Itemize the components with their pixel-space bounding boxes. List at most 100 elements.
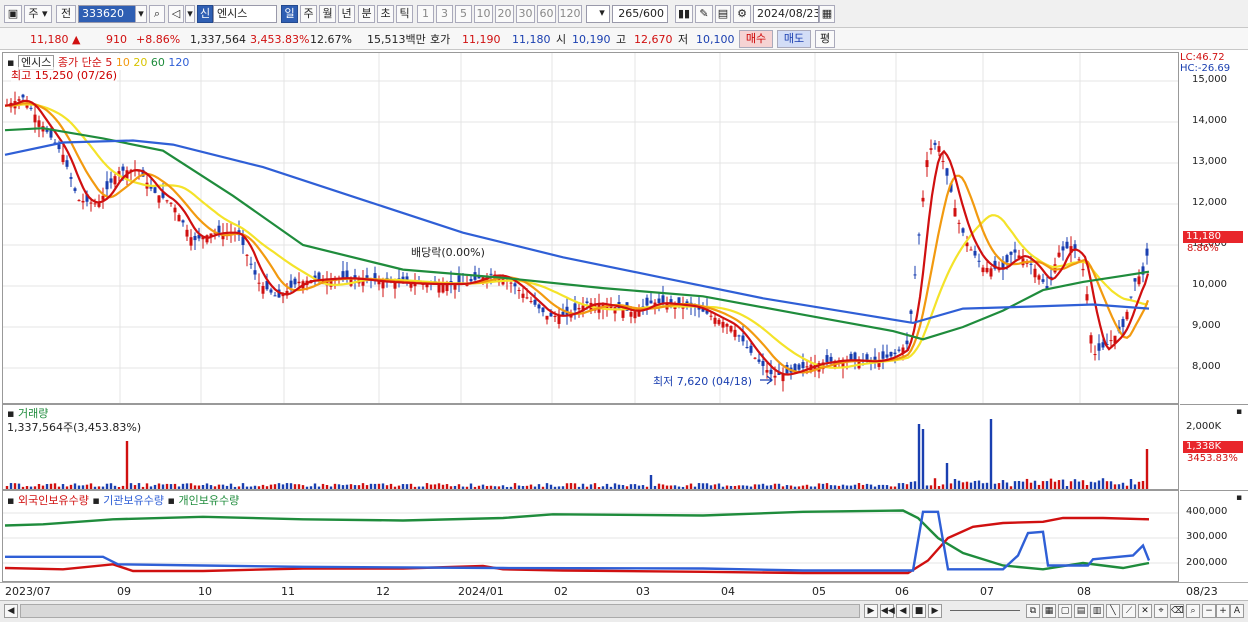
x-axis-label: 02 [554, 585, 568, 598]
copy-icon[interactable]: ⧉ [1026, 604, 1040, 618]
candle-body [1081, 268, 1085, 271]
zoom-out-icon[interactable]: − [1202, 604, 1216, 618]
calendar-icon[interactable]: ▦ [819, 5, 835, 23]
minute-5[interactable]: 5 [455, 5, 472, 23]
save-icon[interactable]: ▤ [715, 5, 731, 23]
code-dropdown-icon[interactable]: ▾ [135, 5, 147, 23]
tab-year[interactable]: 년 [338, 5, 355, 23]
scroll-play-icon[interactable]: ▶ [928, 604, 942, 618]
candle-body [393, 282, 397, 289]
candle-body [1133, 278, 1137, 282]
pane-icon[interactable]: ▤ [1074, 604, 1088, 618]
candle-body [289, 280, 293, 288]
candle-body [345, 270, 349, 279]
volume-bar [149, 486, 153, 489]
gear-icon[interactable]: ⚙ [733, 5, 751, 23]
volume-bar [609, 486, 613, 489]
candle-body [1109, 340, 1113, 342]
candle-body [973, 250, 977, 256]
tool-icon[interactable]: ✎ [695, 5, 713, 23]
speaker-dropdown-icon[interactable]: ▾ [185, 5, 195, 23]
minute-1[interactable]: 1 [417, 5, 434, 23]
candle-body [577, 307, 581, 310]
holding-pane-close-icon[interactable]: ▪ [1236, 493, 1242, 503]
candle-body [1005, 255, 1009, 263]
search-icon[interactable]: ⌕ [149, 5, 165, 23]
candle-type-icon[interactable]: ▮▮ [675, 5, 693, 23]
price-chart-pane[interactable]: ▪ 엔시스 종가 단순 5 10 20 60 120 최고 15,250 (07… [2, 52, 1179, 404]
speaker-icon[interactable]: ◁ [168, 5, 184, 23]
grid-icon[interactable]: ▥ [1090, 604, 1104, 618]
volume-value: 1,337,564 [190, 33, 246, 46]
volume-bar [369, 483, 373, 489]
volume-bar [845, 485, 849, 489]
lc-value: LC:46.72 [1180, 52, 1225, 63]
zoom-slider[interactable] [950, 610, 1020, 611]
eval-button[interactable]: 평 [815, 30, 835, 48]
volume-bar [1061, 479, 1065, 489]
line-tool-icon[interactable]: ╲ [1106, 604, 1120, 618]
tab-second[interactable]: 초 [377, 5, 394, 23]
minute-20[interactable]: 20 [495, 5, 514, 23]
scroll-right-icon[interactable]: ▶ [864, 604, 878, 618]
date-field[interactable]: 2024/08/23 [753, 5, 819, 23]
volume-chart-pane[interactable]: ▪ 거래량 1,337,564주(3,453.83%) [2, 404, 1179, 490]
window-icon[interactable]: ▢ [1058, 604, 1072, 618]
volume-bar [889, 486, 893, 489]
candle-body [805, 366, 809, 368]
tab-week[interactable]: 주 [300, 5, 317, 23]
scroll-prev-icon[interactable]: ◀ [896, 604, 910, 618]
x-axis-label: 2024/01 [458, 585, 504, 598]
minute-60[interactable]: 60 [537, 5, 556, 23]
zoom-in-icon[interactable]: + [1216, 604, 1230, 618]
minute-30[interactable]: 30 [516, 5, 535, 23]
magnet-icon[interactable]: ⌖ [1154, 604, 1168, 618]
price-chart-svg[interactable] [3, 53, 1178, 403]
stock-name-field[interactable]: 엔시스 [213, 5, 277, 23]
candle-body [717, 319, 721, 325]
tab-month[interactable]: 월 [319, 5, 336, 23]
chart-menu-icon[interactable]: ▣ [4, 5, 22, 23]
volume-chart-svg[interactable] [3, 405, 1178, 489]
trend-tool-icon[interactable]: ⟋ [1122, 604, 1136, 618]
volume-bar [893, 486, 897, 489]
candle-body [1065, 241, 1069, 249]
chart-scrollbar[interactable]: ◀ ▶ ◀◀ ◀ ■ ▶ ⧉ ▦ ▢ ▤ ▥ ╲ ⟋ ✕ ⌖ ⌫ ⌕ − + A [0, 600, 1248, 622]
scroll-left-icon[interactable]: ◀ [4, 604, 18, 618]
volume-bar [945, 463, 949, 489]
volume-bar [1077, 481, 1081, 489]
tab-minute[interactable]: 분 [358, 5, 375, 23]
candle-body [1057, 252, 1061, 257]
prev-button[interactable]: 전 [56, 5, 76, 23]
volume-bar [97, 486, 101, 489]
minute-3[interactable]: 3 [436, 5, 453, 23]
interval-dropdown-icon[interactable]: ▾ [596, 5, 608, 23]
sell-button[interactable]: 매도 [777, 30, 811, 48]
volume-bar [473, 486, 477, 489]
tab-day[interactable]: 일 [281, 5, 298, 23]
scroll-stop-icon[interactable]: ■ [912, 604, 926, 618]
volume-pane-close-icon[interactable]: ▪ [1236, 407, 1242, 417]
data-count-field[interactable]: 265/600 [612, 5, 668, 23]
search-zoom-icon[interactable]: ⌕ [1186, 604, 1200, 618]
erase-icon[interactable]: ⌫ [1170, 604, 1184, 618]
minute-120[interactable]: 120 [558, 5, 582, 23]
candle-body [533, 299, 537, 305]
cross-tool-icon[interactable]: ✕ [1138, 604, 1152, 618]
stock-code-input[interactable]: 333620 [78, 5, 136, 23]
buy-button[interactable]: 매수 [739, 30, 773, 48]
font-size-icon[interactable]: A [1230, 604, 1244, 618]
candle-body [177, 215, 181, 222]
candle-body [341, 271, 345, 278]
holding-chart-pane[interactable]: ▪ 외국인보유수량 ▪ 기관보유수량 ▪ 개인보유수량 [2, 490, 1179, 582]
tab-tick[interactable]: 틱 [396, 5, 413, 23]
volume-bar [525, 485, 529, 489]
candle-body [105, 181, 109, 190]
layout-icon[interactable]: ▦ [1042, 604, 1056, 618]
period-mode-select[interactable]: 주 ▾ [24, 5, 52, 23]
minute-10[interactable]: 10 [474, 5, 493, 23]
scroll-rewind-icon[interactable]: ◀◀ [880, 604, 895, 618]
scroll-track[interactable] [20, 604, 860, 618]
volume-bar [573, 483, 577, 489]
open-price: 10,190 [572, 33, 611, 46]
